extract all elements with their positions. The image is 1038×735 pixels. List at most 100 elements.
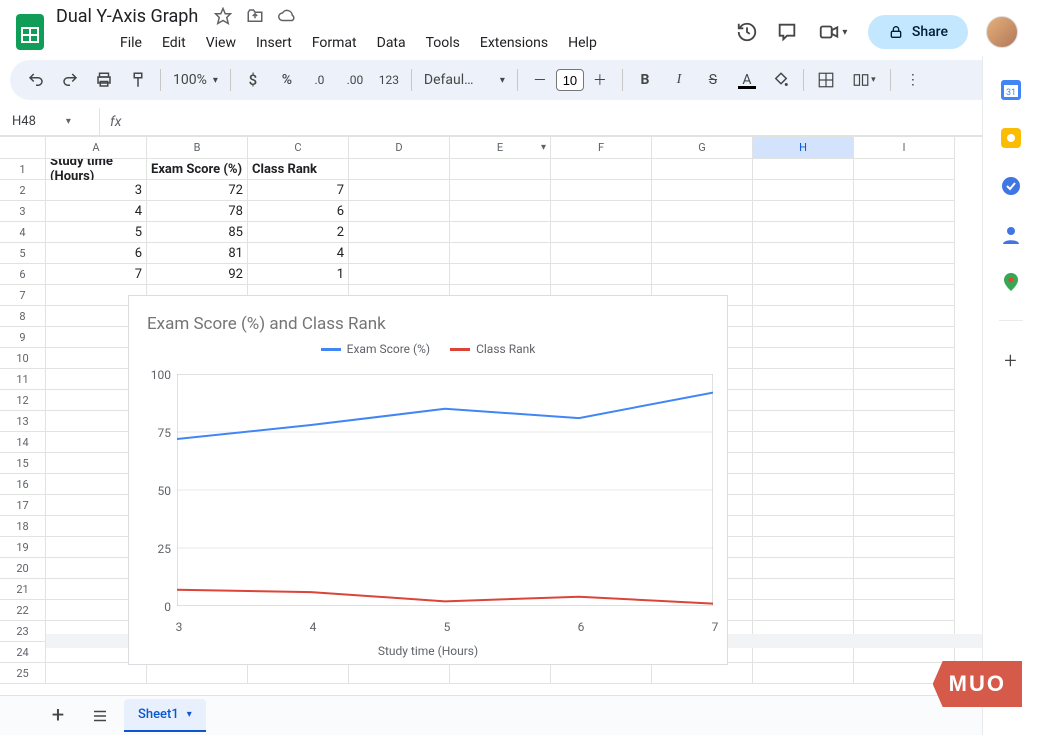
- keep-addon-icon[interactable]: [1001, 128, 1021, 148]
- tasks-addon-icon[interactable]: [1001, 176, 1021, 196]
- cell[interactable]: Exam Score (%): [147, 159, 248, 180]
- cell[interactable]: [753, 663, 854, 684]
- cell[interactable]: [854, 201, 955, 222]
- cell[interactable]: [652, 663, 753, 684]
- row-header[interactable]: 1: [0, 159, 46, 180]
- cell[interactable]: [450, 201, 551, 222]
- cell[interactable]: [551, 180, 652, 201]
- move-icon[interactable]: [244, 5, 266, 27]
- row-header[interactable]: 25: [0, 663, 46, 684]
- strikethrough-button[interactable]: S: [699, 66, 727, 94]
- chart-object[interactable]: Exam Score (%) and Class Rank Exam Score…: [128, 295, 728, 665]
- cell[interactable]: [349, 243, 450, 264]
- cell[interactable]: [551, 663, 652, 684]
- font-size-input[interactable]: [556, 69, 584, 91]
- calendar-addon-icon[interactable]: 31: [1001, 80, 1021, 100]
- column-header[interactable]: B: [147, 137, 248, 159]
- menu-file[interactable]: File: [112, 31, 150, 55]
- cell[interactable]: [854, 264, 955, 285]
- cell[interactable]: [753, 600, 854, 621]
- cell[interactable]: 4: [248, 243, 349, 264]
- italic-button[interactable]: I: [665, 66, 693, 94]
- document-title[interactable]: Dual Y-Axis Graph: [50, 4, 204, 29]
- decrease-decimal-button[interactable]: .0: [307, 66, 335, 94]
- row-header[interactable]: 9: [0, 327, 46, 348]
- menu-help[interactable]: Help: [560, 31, 605, 55]
- increase-font-button[interactable]: ＋: [586, 66, 614, 94]
- cell[interactable]: 92: [147, 264, 248, 285]
- cell[interactable]: [753, 516, 854, 537]
- cell[interactable]: [753, 327, 854, 348]
- row-header[interactable]: 17: [0, 495, 46, 516]
- cell[interactable]: [147, 663, 248, 684]
- cell[interactable]: [854, 600, 955, 621]
- cell[interactable]: Class Rank: [248, 159, 349, 180]
- cell[interactable]: [854, 474, 955, 495]
- decrease-font-button[interactable]: －: [526, 66, 554, 94]
- row-header[interactable]: 22: [0, 600, 46, 621]
- cell[interactable]: [854, 306, 955, 327]
- menu-extensions[interactable]: Extensions: [472, 31, 556, 55]
- column-header[interactable]: I: [854, 137, 955, 159]
- row-header[interactable]: 14: [0, 432, 46, 453]
- cloud-status-icon[interactable]: [276, 5, 298, 27]
- cell[interactable]: [349, 222, 450, 243]
- row-header[interactable]: 13: [0, 411, 46, 432]
- cell[interactable]: [551, 264, 652, 285]
- cell[interactable]: [854, 285, 955, 306]
- row-header[interactable]: 10: [0, 348, 46, 369]
- cell[interactable]: [652, 222, 753, 243]
- maps-addon-icon[interactable]: [1001, 272, 1021, 292]
- cell[interactable]: [854, 537, 955, 558]
- row-header[interactable]: 12: [0, 390, 46, 411]
- paint-format-button[interactable]: [124, 66, 152, 94]
- cell[interactable]: [652, 159, 753, 180]
- contacts-addon-icon[interactable]: [1001, 224, 1021, 244]
- cell[interactable]: [753, 495, 854, 516]
- name-box[interactable]: H48 ▾: [0, 108, 100, 135]
- cell[interactable]: [854, 390, 955, 411]
- cell[interactable]: [854, 411, 955, 432]
- star-icon[interactable]: [212, 5, 234, 27]
- cell[interactable]: [349, 663, 450, 684]
- increase-decimal-button[interactable]: .00: [341, 66, 369, 94]
- cell[interactable]: [349, 159, 450, 180]
- column-header[interactable]: C: [248, 137, 349, 159]
- cell[interactable]: [854, 369, 955, 390]
- cell[interactable]: [854, 327, 955, 348]
- currency-button[interactable]: $: [239, 66, 267, 94]
- comments-icon[interactable]: [776, 21, 798, 43]
- column-header[interactable]: F: [551, 137, 652, 159]
- cell[interactable]: 5: [46, 222, 147, 243]
- cell[interactable]: [551, 222, 652, 243]
- row-header[interactable]: 19: [0, 537, 46, 558]
- cell[interactable]: [854, 222, 955, 243]
- cell[interactable]: [753, 222, 854, 243]
- zoom-dropdown[interactable]: 100%▾: [169, 72, 222, 88]
- redo-button[interactable]: [56, 66, 84, 94]
- bold-button[interactable]: B: [631, 66, 659, 94]
- cell[interactable]: [46, 663, 147, 684]
- cell[interactable]: [551, 243, 652, 264]
- select-all-corner[interactable]: [0, 137, 46, 159]
- history-icon[interactable]: [736, 21, 758, 43]
- row-header[interactable]: 8: [0, 306, 46, 327]
- cell[interactable]: [450, 180, 551, 201]
- row-header[interactable]: 2: [0, 180, 46, 201]
- row-header[interactable]: 15: [0, 453, 46, 474]
- cell[interactable]: [854, 453, 955, 474]
- cell[interactable]: Study time (Hours): [46, 159, 147, 180]
- row-header[interactable]: 3: [0, 201, 46, 222]
- cell[interactable]: [349, 201, 450, 222]
- cell[interactable]: 2: [248, 222, 349, 243]
- cell[interactable]: [753, 558, 854, 579]
- fill-color-button[interactable]: [767, 66, 795, 94]
- cell[interactable]: [551, 201, 652, 222]
- cell[interactable]: [450, 222, 551, 243]
- cell[interactable]: 3: [46, 180, 147, 201]
- font-dropdown[interactable]: Defaul…▾: [420, 72, 509, 88]
- cell[interactable]: [854, 558, 955, 579]
- cell[interactable]: [753, 411, 854, 432]
- row-header[interactable]: 4: [0, 222, 46, 243]
- cell[interactable]: [753, 306, 854, 327]
